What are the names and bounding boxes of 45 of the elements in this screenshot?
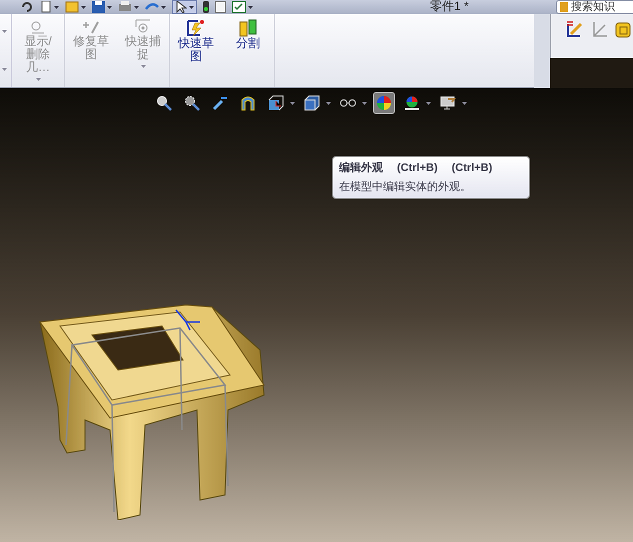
snap-target-icon [135,19,151,35]
sketch-lightning-icon [186,19,206,37]
caret-icon[interactable] [189,6,194,8]
printer-icon[interactable] [118,1,132,13]
caret-icon[interactable] [362,102,367,104]
shortcut-text: (Ctrl+B) [397,161,438,176]
caret-icon[interactable] [248,6,253,8]
caret-icon[interactable] [426,102,431,104]
tooltip-title: 编辑外观 [339,160,383,176]
tooltip-description: 在模型中编辑实体的外观。 [339,180,472,194]
scene-ball-icon [404,95,420,111]
previous-view-icon [212,95,228,111]
undo-icon[interactable] [20,1,34,13]
caret-icon[interactable] [462,102,467,104]
cube-icon [268,95,284,111]
caret-icon[interactable] [161,6,166,8]
caret-icon[interactable] [134,6,139,8]
document-title: 零件1 * [430,0,469,14]
display-delete-icon [30,19,46,35]
caret-icon[interactable] [290,102,295,104]
caret-icon[interactable] [107,6,112,8]
magnifier-icon [156,95,172,111]
book-icon [560,2,568,12]
glasses-icon [340,99,356,107]
color-ball-icon [376,95,392,111]
ribbon-button[interactable]: 分割 [222,14,274,87]
sketch-3d-icon[interactable] [565,20,585,38]
pointer-icon[interactable] [175,1,187,13]
document-icon[interactable] [215,1,226,13]
save-icon[interactable] [92,1,105,13]
caret-icon[interactable] [326,102,331,104]
shaded-cube-icon [304,95,320,111]
caret-icon[interactable] [81,6,86,8]
plus-pencil-icon [82,19,100,35]
ribbon-button[interactable]: 快速草图 [170,14,222,87]
section-view-icon [240,95,256,111]
traffic-light-icon[interactable] [203,1,209,13]
search-field[interactable]: 搜索知识 [556,0,633,14]
shortcut-text: (Ctrl+B) [452,161,492,176]
magnifier-icon [184,95,200,111]
box-icon[interactable] [615,20,633,38]
monitor-icon [440,95,456,111]
checklist-icon[interactable] [232,1,246,13]
split-blocks-icon [239,19,257,37]
caret-icon[interactable] [54,6,59,8]
